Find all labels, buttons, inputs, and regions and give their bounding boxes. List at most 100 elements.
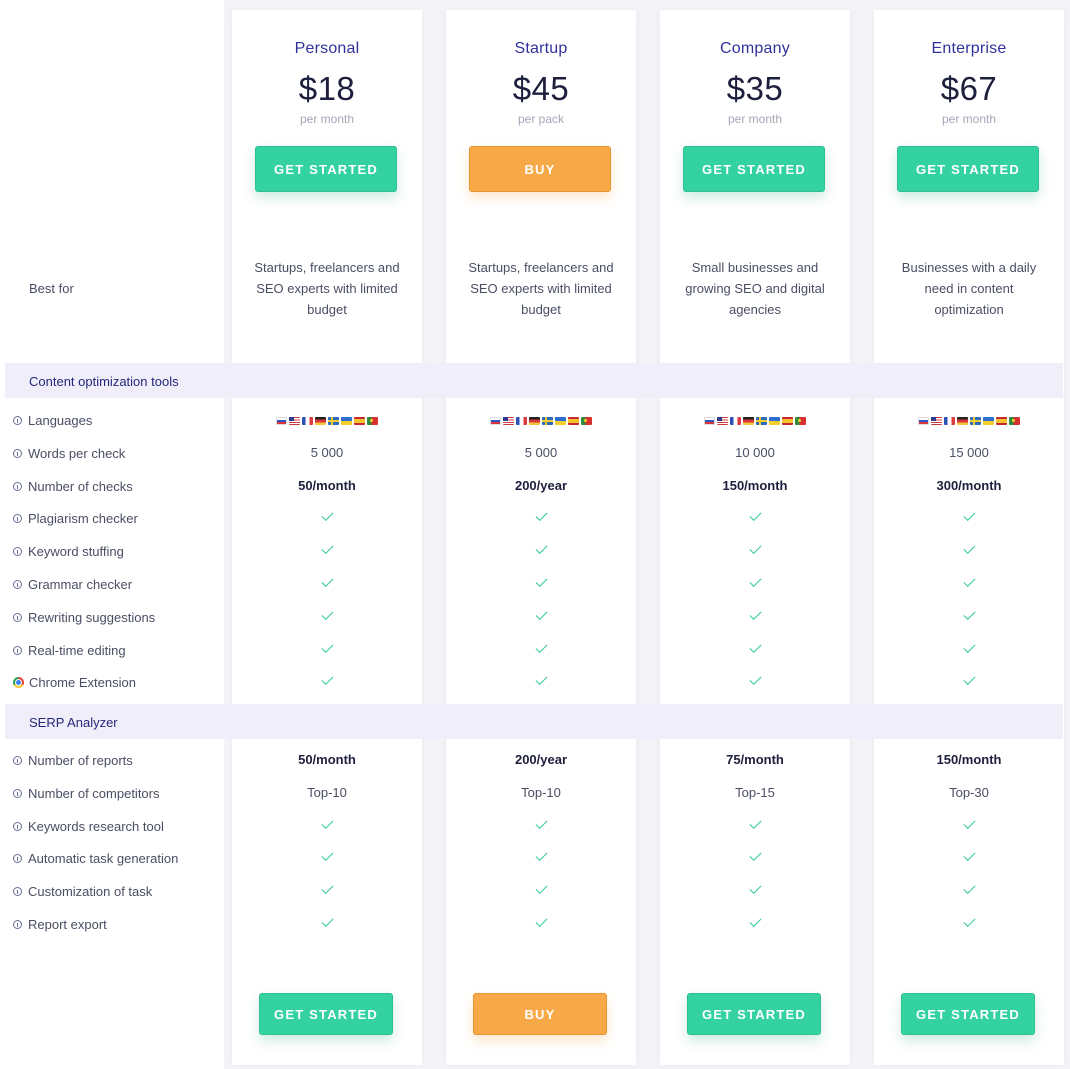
feature-label: Words per check	[13, 444, 125, 462]
info-icon[interactable]	[13, 612, 22, 622]
feature-value: 15 000	[949, 445, 989, 460]
feature-label-text: Automatic task generation	[28, 850, 179, 866]
de-flag-icon	[529, 416, 540, 425]
fr-flag-icon	[302, 416, 313, 425]
feature-label: Automatic task generation	[13, 849, 178, 867]
feature-label: Rewriting suggestions	[13, 608, 155, 626]
us-flag-icon	[289, 416, 300, 425]
feature-label-text: Report export	[28, 916, 107, 932]
feature-label-text: Customization of task	[28, 883, 153, 899]
info-icon[interactable]	[13, 645, 22, 655]
feature-value: Top-10	[307, 785, 347, 800]
se-flag-icon	[328, 416, 339, 425]
info-icon[interactable]	[13, 755, 22, 765]
es-flag-icon	[782, 416, 793, 425]
plan-price: $45	[512, 70, 570, 107]
feature-value: 10 000	[735, 445, 775, 460]
fr-flag-icon	[944, 416, 955, 425]
feature-label-text: Keyword stuffing	[28, 543, 124, 559]
info-icon[interactable]	[13, 513, 22, 523]
best-for-text: Startups, freelancers and SEO experts wi…	[468, 260, 614, 317]
info-icon[interactable]	[13, 481, 22, 491]
buy-button-startup[interactable]: BUY	[469, 146, 611, 192]
get-started-button-personal-bottom[interactable]: GET STARTED	[259, 993, 393, 1035]
buy-button-startup-bottom[interactable]: BUY	[473, 993, 607, 1035]
get-started-button-enterprise-bottom[interactable]: GET STARTED	[901, 993, 1035, 1035]
feature-label-text: Number of checks	[28, 478, 133, 494]
feature-value: 50/month	[298, 478, 356, 493]
info-icon[interactable]	[13, 919, 22, 929]
de-flag-icon	[743, 416, 754, 425]
ru-flag-icon	[490, 416, 501, 425]
best-for-label: Best for	[29, 281, 74, 296]
de-flag-icon	[315, 416, 326, 425]
ru-flag-icon	[918, 416, 929, 425]
feature-value: 200/year	[514, 478, 568, 493]
feature-value: 5 000	[310, 445, 344, 460]
info-icon[interactable]	[13, 886, 22, 896]
info-icon[interactable]	[13, 579, 22, 589]
feature-label: Keyword stuffing	[13, 542, 124, 560]
es-flag-icon	[354, 416, 365, 425]
ua-flag-icon	[555, 416, 566, 425]
es-flag-icon	[568, 416, 579, 425]
feature-value: 5 000	[524, 445, 558, 460]
feature-label-text: Number of competitors	[28, 785, 160, 801]
feature-value: Top-10	[521, 785, 561, 800]
de-flag-icon	[957, 416, 968, 425]
feature-label: Real-time editing	[13, 641, 126, 659]
get-started-button-enterprise[interactable]: GET STARTED	[897, 146, 1039, 192]
feature-value: 150/month	[722, 478, 788, 493]
feature-label: Report export	[13, 915, 107, 933]
feature-label-text: Plagiarism checker	[28, 510, 138, 526]
feature-label-text: Rewriting suggestions	[28, 609, 156, 625]
us-flag-icon	[931, 416, 942, 425]
get-started-button-company-bottom[interactable]: GET STARTED	[687, 993, 821, 1035]
plan-price: $18	[298, 70, 356, 107]
feature-label: Number of competitors	[13, 784, 160, 802]
plan-period: per month	[299, 112, 355, 126]
info-icon[interactable]	[13, 448, 22, 458]
feature-label-text: Chrome Extension	[29, 674, 136, 690]
ua-flag-icon	[769, 416, 780, 425]
info-icon[interactable]	[13, 788, 22, 798]
feature-label-text: Real-time editing	[28, 642, 126, 658]
feature-value: 300/month	[936, 478, 1002, 493]
feature-value: 200/year	[514, 752, 568, 767]
feature-label-text: Keywords research tool	[28, 818, 164, 834]
section-title: Content optimization tools	[29, 374, 179, 389]
language-flags	[874, 412, 1064, 425]
feature-label: Plagiarism checker	[13, 509, 138, 527]
plan-period: per month	[941, 112, 997, 126]
feature-label-text: Grammar checker	[28, 576, 133, 592]
feature-label: Customization of task	[13, 882, 152, 900]
get-started-button-company[interactable]: GET STARTED	[683, 146, 825, 192]
feature-label: Grammar checker	[13, 575, 132, 593]
best-for-text: Startups, freelancers and SEO experts wi…	[254, 260, 400, 317]
language-flags	[660, 412, 850, 425]
feature-value: 150/month	[936, 752, 1002, 767]
plan-period: per pack	[517, 112, 565, 126]
best-for-text: Businesses with a daily need in content …	[901, 260, 1037, 317]
best-for-text: Small businesses and growing SEO and dig…	[685, 260, 825, 317]
feature-label: Number of reports	[13, 751, 133, 769]
feature-label: Number of checks	[13, 477, 133, 495]
pt-flag-icon	[581, 416, 592, 425]
plan-price: $35	[726, 70, 784, 107]
plan-price: $67	[940, 70, 998, 107]
plan-name: Personal	[294, 40, 360, 57]
language-flags	[446, 412, 636, 425]
section-band-serp-analyzer	[5, 704, 1063, 739]
info-icon[interactable]	[13, 546, 22, 556]
ru-flag-icon	[276, 416, 287, 425]
feature-label: Languages	[13, 411, 92, 429]
feature-label-text: Words per check	[28, 445, 126, 461]
plan-name: Enterprise	[931, 40, 1007, 57]
us-flag-icon	[503, 416, 514, 425]
info-icon[interactable]	[13, 821, 22, 831]
info-icon[interactable]	[13, 415, 22, 425]
language-flags	[232, 412, 422, 425]
info-icon[interactable]	[13, 853, 22, 863]
get-started-button-personal[interactable]: GET STARTED	[255, 146, 397, 192]
ua-flag-icon	[341, 416, 352, 425]
